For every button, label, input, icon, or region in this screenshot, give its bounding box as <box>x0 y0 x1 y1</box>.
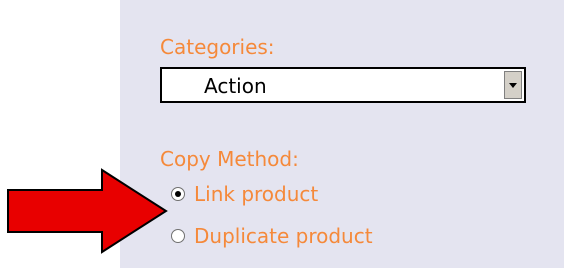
duplicate-product-label[interactable]: Duplicate product <box>194 224 373 248</box>
categories-select-value: Action <box>204 74 267 98</box>
copy-method-label: Copy Method: <box>160 147 299 171</box>
copy-method-option-link[interactable]: Link product <box>171 182 318 206</box>
categories-select[interactable]: Action <box>160 67 526 103</box>
copy-method-option-duplicate[interactable]: Duplicate product <box>171 224 373 248</box>
dropdown-arrow-button[interactable] <box>504 71 522 99</box>
link-product-radio[interactable] <box>171 187 185 201</box>
link-product-label[interactable]: Link product <box>194 182 318 206</box>
chevron-down-icon <box>509 82 517 88</box>
categories-label: Categories: <box>160 35 275 59</box>
right-arrow-icon <box>7 168 168 254</box>
duplicate-product-radio[interactable] <box>171 229 185 243</box>
